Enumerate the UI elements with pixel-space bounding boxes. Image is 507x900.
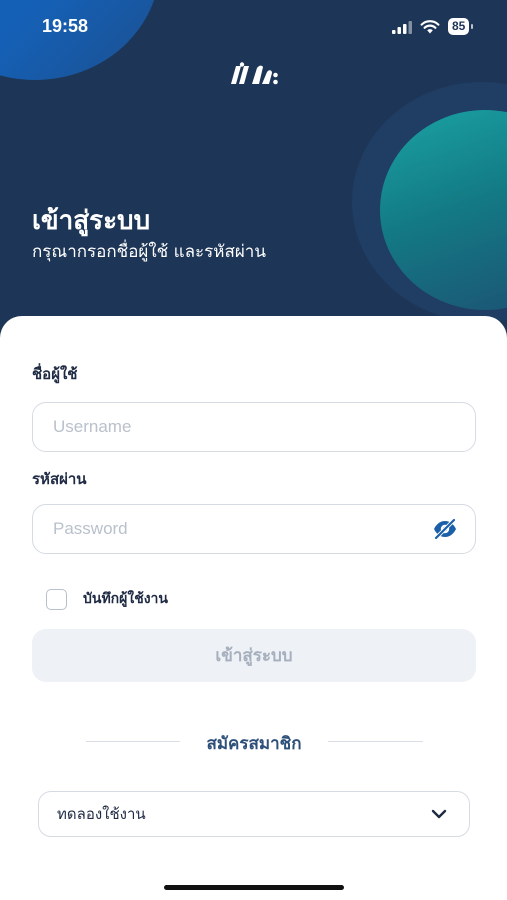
status-icons: 85 — [392, 18, 474, 35]
eye-off-icon[interactable] — [432, 517, 458, 541]
username-input[interactable] — [32, 402, 476, 452]
remember-me-label: บันทึกผู้ใช้งาน — [83, 591, 168, 607]
remember-me-row[interactable]: บันทึกผู้ใช้งาน — [46, 588, 168, 610]
password-label: รหัสผ่าน — [32, 470, 87, 488]
home-indicator — [164, 885, 344, 890]
chevron-down-icon — [431, 809, 447, 819]
brand-logo — [231, 62, 278, 85]
divider-left — [86, 741, 180, 742]
status-time: 19:58 — [42, 16, 89, 36]
password-input[interactable] — [32, 504, 476, 554]
wifi-icon — [420, 19, 440, 33]
divider-right — [328, 741, 423, 742]
signup-link[interactable]: สมัครสมาชิก — [188, 730, 320, 757]
header-banner: 19:58 85 เข้าสู่ระบบ กรุณากรอกชื่อผู้ใช้… — [0, 0, 507, 340]
battery-level: 85 — [448, 18, 474, 35]
username-label: ชื่อผู้ใช้ — [32, 365, 78, 383]
mode-select-value: ทดลองใช้งาน — [57, 805, 146, 823]
decorative-circle-top-left — [0, 0, 160, 80]
mode-select[interactable]: ทดลองใช้งาน — [38, 791, 470, 837]
page-title: เข้าสู่ระบบ — [32, 206, 151, 236]
cellular-signal-icon — [392, 20, 412, 34]
remember-me-checkbox[interactable] — [46, 588, 67, 610]
login-button[interactable]: เข้าสู่ระบบ — [32, 629, 476, 682]
page-subtitle: กรุณากรอกชื่อผู้ใช้ และรหัสผ่าน — [32, 242, 266, 262]
